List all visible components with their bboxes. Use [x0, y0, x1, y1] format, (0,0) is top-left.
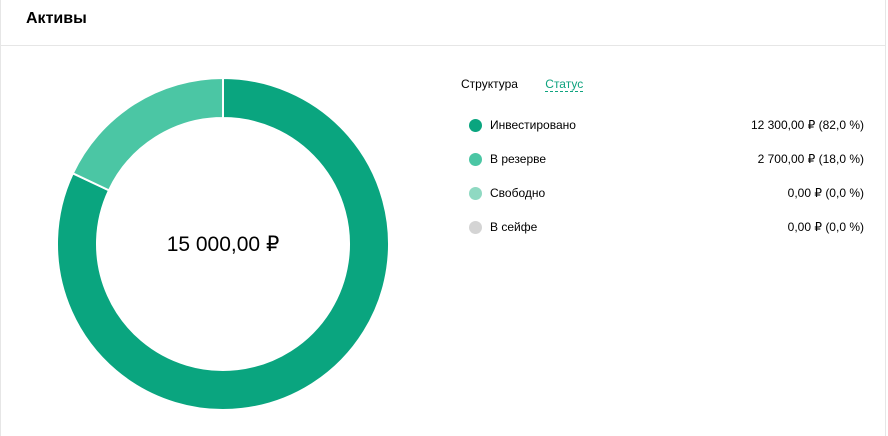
legend-item-free: Свободно 0,00 ₽ (0,0 %): [469, 181, 864, 215]
assets-panel: Активы 15 000,00 ₽ Структура Статус Инве…: [0, 0, 886, 436]
legend-item-reserve: В резерве 2 700,00 ₽ (18,0 %): [469, 147, 864, 181]
view-tabs: Структура Статус: [461, 77, 607, 92]
legend-item-safe: В сейфе 0,00 ₽ (0,0 %): [469, 215, 864, 249]
panel-header: Активы: [1, 0, 885, 46]
donut-total-amount: 15 000,00 ₽: [166, 233, 280, 256]
legend-label: Свободно: [490, 186, 546, 200]
free-dot-icon: [469, 187, 482, 200]
legend-value: 0,00 ₽ (0,0 %): [787, 220, 864, 234]
legend-value: 12 300,00 ₽ (82,0 %): [750, 118, 864, 132]
legend: Инвестировано 12 300,00 ₽ (82,0 %) В рез…: [469, 113, 864, 249]
invested-dot-icon: [469, 119, 482, 132]
legend-label: В сейфе: [490, 220, 538, 234]
panel-title: Активы: [26, 10, 87, 27]
safe-dot-icon: [469, 221, 482, 234]
legend-label: В резерве: [490, 152, 547, 166]
donut-slice-reserve[interactable]: [71, 78, 224, 192]
tab-status[interactable]: Статус: [545, 77, 584, 92]
tab-structure[interactable]: Структура: [461, 77, 518, 91]
legend-item-invested: Инвестировано 12 300,00 ₽ (82,0 %): [469, 113, 864, 147]
legend-label: Инвестировано: [490, 118, 576, 132]
legend-value: 0,00 ₽ (0,0 %): [787, 186, 864, 200]
legend-value: 2 700,00 ₽ (18,0 %): [757, 152, 864, 166]
reserve-dot-icon: [469, 153, 482, 166]
